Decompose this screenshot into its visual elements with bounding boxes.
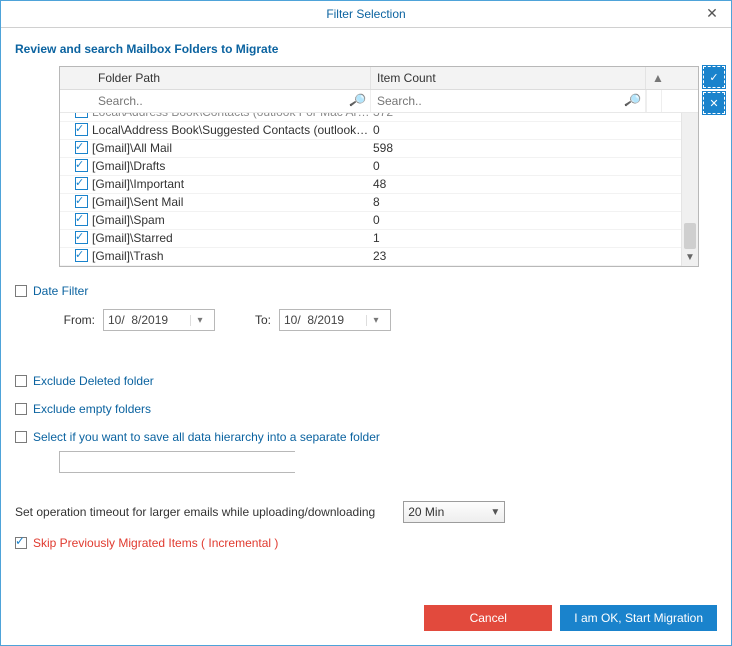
row-checkbox[interactable] <box>75 141 88 154</box>
timeout-value: 20 Min <box>408 505 444 519</box>
filter-selection-dialog: Filter Selection ✕ Review and search Mai… <box>0 0 732 646</box>
grid-body: Local\Address Book\Contacts (outlook For… <box>60 113 698 266</box>
folders-grid: Folder Path Item Count ▲ 🔍 🔍 <box>59 66 699 267</box>
cell-item-count: 0 <box>371 122 646 139</box>
col-item-count[interactable]: Item Count <box>371 67 646 89</box>
cell-folder-path: [Gmail]\Important <box>92 176 371 193</box>
cell-item-count: 8 <box>371 194 646 211</box>
checkbox-icon <box>15 285 27 297</box>
to-label: To: <box>247 313 271 327</box>
from-label: From: <box>55 313 95 327</box>
scroll-up-icon[interactable]: ▲ <box>646 67 662 89</box>
table-row[interactable]: [Gmail]\Drafts0 <box>60 158 698 176</box>
checkbox-icon <box>15 403 27 415</box>
exclude-empty-checkbox[interactable]: Exclude empty folders <box>15 399 717 419</box>
cell-item-count: 48 <box>371 176 646 193</box>
skip-migrated-label: Skip Previously Migrated Items ( Increme… <box>33 536 278 550</box>
table-row[interactable]: [Gmail]\Starred1 <box>60 230 698 248</box>
start-migration-button[interactable]: I am OK, Start Migration <box>560 605 717 631</box>
from-date-input[interactable] <box>104 313 190 327</box>
table-row[interactable]: [Gmail]\Important48 <box>60 176 698 194</box>
row-checkbox[interactable] <box>75 213 88 226</box>
timeout-label: Set operation timeout for larger emails … <box>15 505 375 519</box>
table-row[interactable]: Local\Address Book\Suggested Contacts (o… <box>60 122 698 140</box>
deselect-all-button[interactable]: ✕ <box>703 92 725 114</box>
exclude-deleted-checkbox[interactable]: Exclude Deleted folder <box>15 371 717 391</box>
close-icon[interactable]: ✕ <box>699 1 725 27</box>
row-checkbox[interactable] <box>75 195 88 208</box>
exclude-empty-label: Exclude empty folders <box>33 402 151 416</box>
scrollbar-thumb[interactable] <box>684 223 696 249</box>
cell-folder-path: [Gmail]\Drafts <box>92 158 371 175</box>
dialog-title: Filter Selection <box>326 7 405 21</box>
row-checkbox[interactable] <box>75 249 88 262</box>
search-folder-input[interactable] <box>96 93 350 109</box>
section-heading: Review and search Mailbox Folders to Mig… <box>15 42 717 56</box>
chevron-down-icon: ▼ <box>490 507 500 518</box>
from-date-picker[interactable]: ▾ <box>103 309 215 331</box>
grid-header-row: Folder Path Item Count ▲ <box>60 67 698 90</box>
cell-item-count: 0 <box>371 158 646 175</box>
cell-item-count: 0 <box>371 212 646 229</box>
cell-folder-path: [Gmail]\All Mail <box>92 140 371 157</box>
row-checkbox[interactable] <box>75 159 88 172</box>
search-icon[interactable]: 🔍 <box>349 92 368 111</box>
titlebar: Filter Selection ✕ <box>1 1 731 28</box>
grid-search-row: 🔍 🔍 <box>60 90 698 113</box>
calendar-icon[interactable]: ▾ <box>366 315 385 326</box>
cell-folder-path: [Gmail]\Trash <box>92 248 371 265</box>
cancel-button[interactable]: Cancel <box>424 605 552 631</box>
cell-folder-path: [Gmail]\Sent Mail <box>92 194 371 211</box>
row-checkbox[interactable] <box>75 177 88 190</box>
row-checkbox[interactable] <box>75 231 88 244</box>
checkbox-icon <box>15 431 27 443</box>
select-all-button[interactable]: ✓ <box>703 66 725 88</box>
table-row[interactable]: [Gmail]\Sent Mail8 <box>60 194 698 212</box>
scroll-down-icon[interactable]: ▼ <box>682 250 698 266</box>
to-date-picker[interactable]: ▾ <box>279 309 391 331</box>
cell-folder-path: Local\Address Book\Suggested Contacts (o… <box>92 122 371 139</box>
search-count-input[interactable] <box>375 93 625 109</box>
cell-folder-path: [Gmail]\Spam <box>92 212 371 229</box>
row-checkbox[interactable] <box>75 113 88 118</box>
to-date-input[interactable] <box>280 313 366 327</box>
calendar-icon[interactable]: ▾ <box>190 315 209 326</box>
row-checkbox[interactable] <box>75 123 88 136</box>
table-row[interactable]: [Gmail]\Spam0 <box>60 212 698 230</box>
search-icon[interactable]: 🔍 <box>624 92 643 111</box>
table-row[interactable]: [Gmail]\All Mail598 <box>60 140 698 158</box>
checkbox-icon <box>15 537 27 549</box>
table-row[interactable]: [Gmail]\Trash23 <box>60 248 698 266</box>
checkbox-icon <box>15 375 27 387</box>
table-row[interactable]: Local\Address Book\Contacts (outlook For… <box>60 113 698 122</box>
cell-item-count: 23 <box>371 248 646 265</box>
skip-migrated-checkbox[interactable]: Skip Previously Migrated Items ( Increme… <box>15 533 717 553</box>
exclude-deleted-label: Exclude Deleted folder <box>33 374 154 388</box>
col-folder-path[interactable]: Folder Path <box>92 67 371 89</box>
vertical-scrollbar[interactable]: ▼ <box>681 113 698 266</box>
cell-item-count: 372 <box>371 113 646 121</box>
cell-folder-path: Local\Address Book\Contacts (outlook For… <box>92 113 371 121</box>
save-hierarchy-label: Select if you want to save all data hier… <box>33 430 380 444</box>
save-hierarchy-checkbox[interactable]: Select if you want to save all data hier… <box>15 427 717 447</box>
cell-item-count: 1 <box>371 230 646 247</box>
date-filter-checkbox[interactable]: Date Filter <box>15 281 717 301</box>
hierarchy-folder-input[interactable] <box>60 452 302 472</box>
date-filter-label: Date Filter <box>33 284 88 298</box>
cell-folder-path: [Gmail]\Starred <box>92 230 371 247</box>
timeout-select[interactable]: 20 Min ▼ <box>403 501 505 523</box>
cell-item-count: 598 <box>371 140 646 157</box>
